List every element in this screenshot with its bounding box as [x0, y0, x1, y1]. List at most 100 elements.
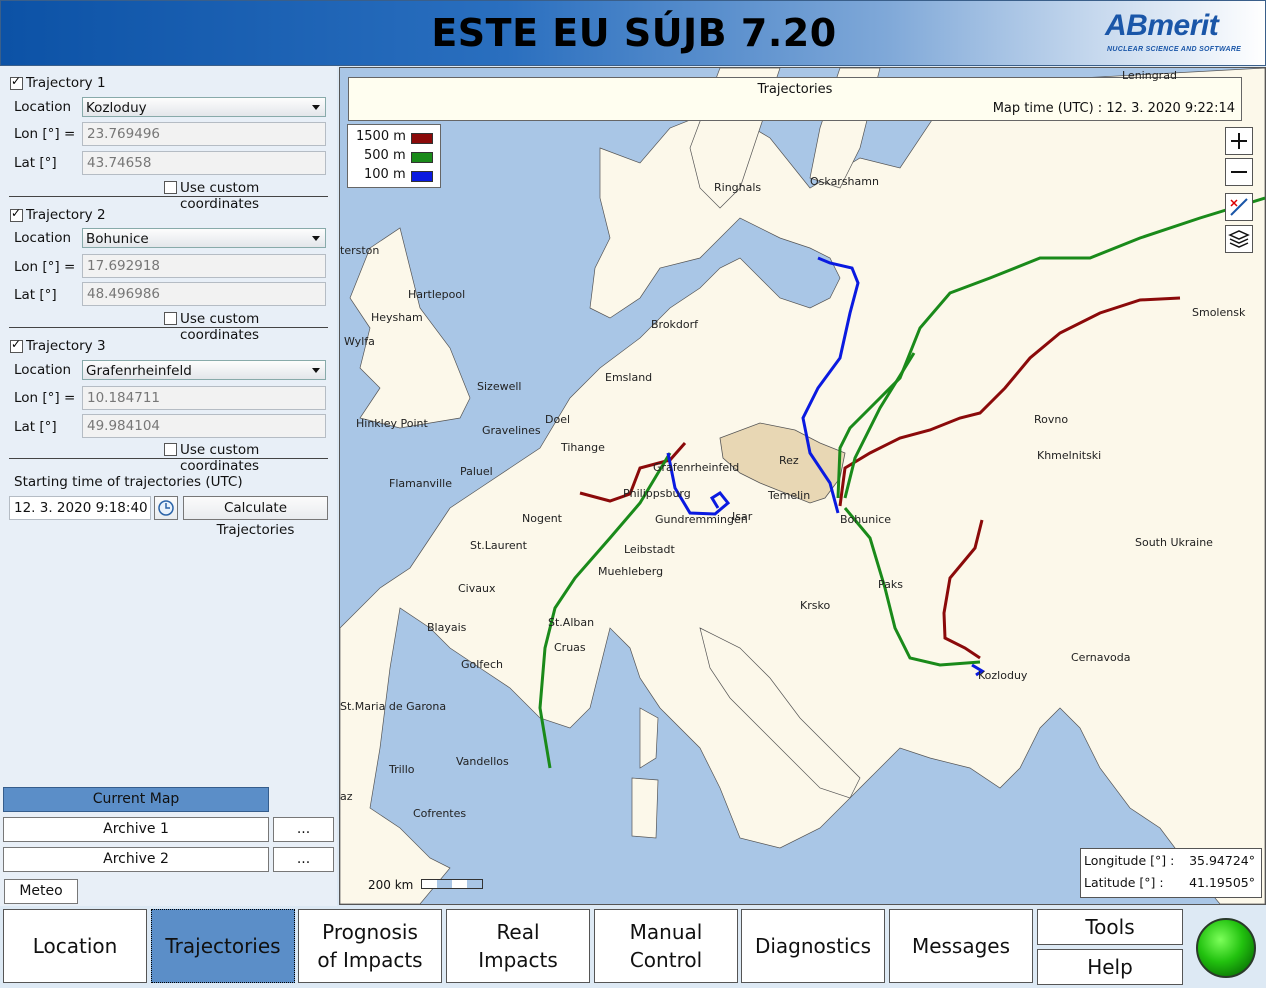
tab-diagnostics[interactable]: Diagnostics [741, 909, 885, 983]
trajectory-3-location-select[interactable]: Grafenrheinfeld [82, 360, 326, 380]
latitude-value: 41.19505° [1189, 875, 1255, 890]
tab-messages[interactable]: Messages [889, 909, 1033, 983]
clock-icon [158, 500, 174, 516]
current-map-button[interactable]: Current Map [3, 787, 269, 812]
start-time-field[interactable]: 12. 3. 2020 9:18:40 [9, 496, 151, 520]
place-label: Ringhals [714, 181, 762, 194]
minus-icon [1231, 171, 1247, 173]
trajectory-2-lon-field[interactable]: 17.692918 [82, 254, 326, 278]
trajectory-1-lat-field[interactable]: 43.74658 [82, 151, 326, 175]
measure-button[interactable] [1225, 193, 1253, 221]
place-label: Emsland [605, 371, 653, 384]
lat-label: Lat [°] [14, 419, 57, 435]
longitude-label: Longitude [°] : [1084, 853, 1175, 868]
trajectory-3-lon-field[interactable]: 10.184711 [82, 386, 326, 410]
place-label: Cernavoda [1071, 651, 1131, 664]
trajectory-3-lat-field[interactable]: 49.984104 [82, 414, 326, 438]
status-indicator-light [1196, 918, 1256, 978]
plus-icon [1231, 133, 1247, 149]
place-label: Leibstadt [624, 543, 675, 556]
start-time-label: Starting time of trajectories (UTC) [14, 474, 243, 490]
legend-swatch-500 [411, 152, 433, 163]
place-label: Grafenrheinfeld [653, 461, 740, 474]
tab-real-impacts[interactable]: Real Impacts [446, 909, 590, 983]
calculate-trajectories-button[interactable]: Calculate Trajectories [183, 496, 328, 538]
place-label: Trillo [389, 763, 415, 776]
logo-tagline: NUCLEAR SCIENCE AND SOFTWARE [1107, 46, 1242, 53]
place-label: Rovno [1034, 413, 1069, 426]
ruler-icon [1230, 198, 1248, 216]
app-title: ESTE EU SÚJB 7.20 [431, 11, 837, 55]
place-label: Temelin [768, 489, 811, 502]
latitude-label: Latitude [°] : [1084, 875, 1164, 890]
trajectory-1-custom-checkbox[interactable] [164, 181, 177, 194]
trajectory-1-lon-field[interactable]: 23.769496 [82, 122, 326, 146]
trajectory-2-lat-field[interactable]: 48.496986 [82, 282, 326, 306]
place-label: Rez [779, 454, 799, 467]
altitude-legend: 1500 m 500 m 100 m [347, 124, 441, 188]
meteo-button[interactable]: Meteo [4, 879, 78, 904]
trajectory-map[interactable]: Trajectories Map time (UTC) : 12. 3. 202… [339, 67, 1266, 905]
place-label: Gravelines [482, 424, 541, 437]
tab-location[interactable]: Location [3, 909, 147, 983]
tab-trajectories[interactable]: Trajectories [151, 909, 295, 983]
map-time: Map time (UTC) : 12. 3. 2020 9:22:14 [992, 101, 1235, 116]
tools-button[interactable]: Tools [1037, 909, 1183, 945]
legend-swatch-1500 [411, 133, 433, 144]
zoom-out-button[interactable] [1225, 158, 1253, 186]
chevron-down-icon [312, 236, 320, 241]
trajectory-3-checkbox[interactable] [10, 337, 23, 353]
archive-2-button[interactable]: Archive 2 [3, 847, 269, 872]
chevron-down-icon [312, 105, 320, 110]
layers-icon [1228, 230, 1250, 248]
tab-manual-control[interactable]: Manual Control [594, 909, 738, 983]
trajectory-2-checkbox[interactable] [10, 206, 23, 222]
trajectory-1-location-select[interactable]: Kozloduy [82, 97, 326, 117]
place-label: Civaux [458, 582, 496, 595]
location-label: Location [14, 230, 72, 246]
place-label: Vandellos [456, 755, 509, 768]
selected-location: Bohunice [86, 231, 149, 247]
place-label: Kozloduy [978, 669, 1028, 682]
legend-1500: 1500 m [356, 129, 406, 144]
trajectory-2-location-select[interactable]: Bohunice [82, 228, 326, 248]
logo-text: ABmerit [1105, 9, 1219, 42]
archive-2-browse-button[interactable]: ... [273, 847, 334, 872]
clock-picker-button[interactable] [154, 496, 178, 520]
trajectory-2-label: Trajectory 2 [26, 207, 106, 223]
location-label: Location [14, 99, 72, 115]
archive-1-browse-button[interactable]: ... [273, 817, 334, 842]
place-label: Blayais [427, 621, 467, 634]
lat-label: Lat [°] [14, 287, 57, 303]
map-title: Trajectories [757, 82, 833, 97]
lon-label: Lon [°] = [14, 390, 76, 406]
place-label: Sizewell [477, 380, 522, 393]
cursor-coordinates: Longitude [°] : 35.94724° Latitude [°] :… [1080, 848, 1262, 898]
place-label: Brokdorf [651, 318, 699, 331]
place-label: Wylfa [344, 335, 375, 348]
scale-bar: 200 km [368, 878, 484, 892]
trajectory-1-checkbox[interactable] [10, 74, 23, 90]
legend-100: 100 m [364, 167, 406, 182]
trajectory-2-custom-checkbox[interactable] [164, 312, 177, 325]
app-header: ESTE EU SÚJB 7.20 ABmerit NUCLEAR SCIENC… [0, 0, 1266, 66]
layers-button[interactable] [1225, 225, 1253, 253]
archive-1-button[interactable]: Archive 1 [3, 817, 269, 842]
place-label: Krsko [800, 599, 831, 612]
lon-label: Lon [°] = [14, 259, 76, 275]
selected-location: Grafenrheinfeld [86, 363, 192, 379]
place-label: Philippsburg [623, 487, 691, 500]
bottom-navigation: Location Trajectories Prognosis of Impac… [0, 906, 1266, 988]
place-label: Muehleberg [598, 565, 664, 578]
zoom-in-button[interactable] [1225, 127, 1253, 155]
place-label: Paks [878, 578, 903, 591]
lat-label: Lat [°] [14, 155, 57, 171]
trajectory-3-label: Trajectory 3 [26, 338, 106, 354]
divider [9, 196, 328, 197]
help-button[interactable]: Help [1037, 949, 1183, 985]
divider [9, 458, 328, 459]
place-label: Flamanville [389, 477, 452, 490]
trajectory-3-custom-checkbox[interactable] [164, 443, 177, 456]
tab-prognosis-of-impacts[interactable]: Prognosis of Impacts [298, 909, 442, 983]
place-label: Cruas [554, 641, 586, 654]
